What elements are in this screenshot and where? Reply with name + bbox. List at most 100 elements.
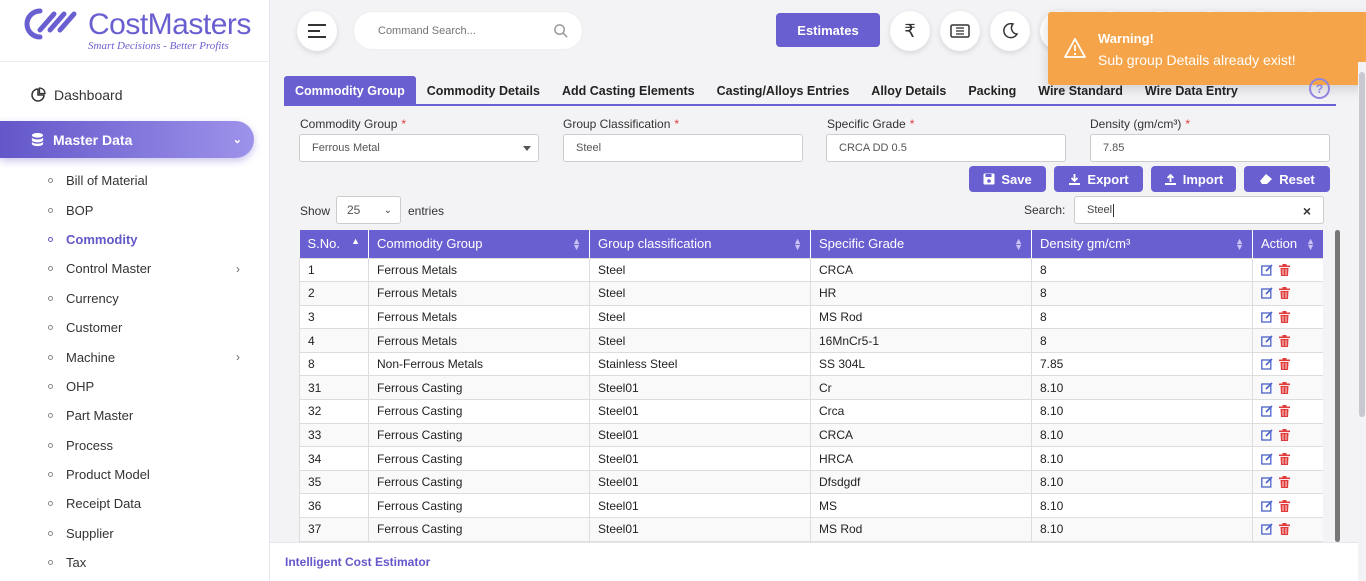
delete-icon[interactable] <box>1279 334 1290 347</box>
edit-icon[interactable] <box>1261 311 1273 323</box>
table-cell: 33 <box>299 422 369 448</box>
delete-icon[interactable] <box>1279 452 1290 465</box>
tab-alloy-details[interactable]: Alloy Details <box>860 76 957 105</box>
sidebar-subitem-machine[interactable]: Machine › <box>48 342 258 371</box>
tab-commodity-details[interactable]: Commodity Details <box>416 76 551 105</box>
delete-icon[interactable] <box>1279 310 1290 323</box>
edit-icon[interactable] <box>1261 523 1273 535</box>
bullet-icon <box>48 442 53 448</box>
bullet-icon <box>48 266 53 272</box>
table-scrollbar[interactable] <box>1335 230 1340 542</box>
sidebar-item-dashboard[interactable]: Dashboard <box>30 84 123 106</box>
delete-icon[interactable] <box>1279 381 1290 394</box>
page-scrollbar[interactable] <box>1358 62 1366 581</box>
group-classification-field[interactable]: Steel <box>563 134 803 162</box>
delete-icon[interactable] <box>1279 499 1290 512</box>
edit-icon[interactable] <box>1261 429 1273 441</box>
sidebar-subitem-bill-of-material[interactable]: Bill of Material <box>48 166 258 195</box>
sidebar-subitem-tax[interactable]: Tax <box>48 548 258 577</box>
table-row: 31 Ferrous Casting Steel01 Cr 8.10 <box>299 375 1323 401</box>
sidebar-item-master-data[interactable]: Master Data ⌄ <box>0 121 254 158</box>
edit-icon[interactable] <box>1261 264 1273 276</box>
tab-packing[interactable]: Packing <box>957 76 1027 105</box>
delete-icon[interactable] <box>1279 287 1290 300</box>
delete-icon[interactable] <box>1279 405 1290 418</box>
sidebar-subitem-commodity[interactable]: Commodity <box>48 225 258 254</box>
sidebar-subitem-customer[interactable]: Customer <box>48 313 258 342</box>
ticket-button[interactable] <box>940 11 980 51</box>
tab-wire-data-entry[interactable]: Wire Data Entry <box>1134 76 1249 105</box>
sidebar-subitem-bop[interactable]: BOP <box>48 195 258 224</box>
delete-icon[interactable] <box>1279 476 1290 489</box>
tab-commodity-group[interactable]: Commodity Group <box>284 76 416 105</box>
column-header[interactable]: S.No. ▲ <box>299 230 369 258</box>
delete-icon[interactable] <box>1279 523 1290 536</box>
currency-button[interactable]: ₹ <box>890 11 930 51</box>
bullet-icon <box>48 207 53 213</box>
estimates-button[interactable]: Estimates <box>776 13 880 47</box>
save-button[interactable]: Save <box>969 166 1046 192</box>
reset-button[interactable]: Reset <box>1244 166 1330 192</box>
sidebar-subitem-receipt-data[interactable]: Receipt Data <box>48 489 258 518</box>
column-header[interactable]: Density gm/cm³ ▲ ▼ <box>1031 230 1253 258</box>
delete-icon[interactable] <box>1279 358 1290 371</box>
sidebar-subitem-process[interactable]: Process <box>48 431 258 460</box>
sidebar-subitem-supplier[interactable]: Supplier <box>48 519 258 548</box>
tab-add-casting-elements[interactable]: Add Casting Elements <box>551 76 706 105</box>
tab-wire-standard[interactable]: Wire Standard <box>1027 76 1134 105</box>
sidebar-subitem-control-master[interactable]: Control Master › <box>48 254 258 283</box>
density-field[interactable]: 7.85 <box>1090 134 1330 162</box>
table-cell: Steel01 <box>589 517 811 542</box>
eraser-icon <box>1260 174 1273 184</box>
edit-icon[interactable] <box>1261 476 1273 488</box>
commodity-group-select[interactable]: Ferrous Metal <box>299 134 539 162</box>
theme-toggle-button[interactable] <box>990 11 1030 51</box>
help-icon[interactable]: ? <box>1309 78 1330 99</box>
sidebar-subitem-label: Tax <box>66 555 87 571</box>
specific-grade-field[interactable]: CRCA DD 0.5 <box>826 134 1066 162</box>
table-cell: Crca <box>810 399 1032 424</box>
menu-toggle-button[interactable] <box>297 11 337 51</box>
edit-icon[interactable] <box>1261 405 1273 418</box>
table-row: 35 Ferrous Casting Steel01 Dfsdgdf 8.10 <box>299 469 1323 495</box>
brand-logo[interactable]: CostMasters Smart Decisions - Better Pro… <box>20 6 251 56</box>
tab-casting-alloys-entries[interactable]: Casting/Alloys Entries <box>706 76 861 105</box>
column-header[interactable]: Specific Grade ▲ ▼ <box>810 230 1032 258</box>
sidebar-subitem-part-master[interactable]: Part Master <box>48 401 258 430</box>
sidebar-subitem-currency[interactable]: Currency <box>48 284 258 313</box>
export-button[interactable]: Export <box>1054 166 1143 192</box>
table-search-input[interactable]: Steel × <box>1074 196 1324 224</box>
bullet-icon <box>48 560 53 566</box>
column-header[interactable]: Commodity Group ▲ ▼ <box>368 230 590 258</box>
table-cell: Steel01 <box>589 399 811 424</box>
sidebar-subitem-product-model[interactable]: Product Model <box>48 460 258 489</box>
edit-icon[interactable] <box>1261 382 1273 394</box>
clear-search-icon[interactable]: × <box>1303 203 1311 219</box>
column-header[interactable]: Group classification ▲ ▼ <box>589 230 811 258</box>
tab-bar: Commodity Group Commodity Details Add Cast… <box>284 76 1249 105</box>
command-search-input[interactable] <box>378 24 528 37</box>
table-cell: CRCA <box>810 257 1032 283</box>
import-button[interactable]: Import <box>1151 166 1236 192</box>
entries-select[interactable]: 25 ⌄ <box>336 196 401 224</box>
table-row: 2 Ferrous Metals Steel HR 8 <box>299 281 1323 306</box>
sidebar-divider <box>0 61 269 62</box>
command-search[interactable] <box>353 11 583 50</box>
edit-icon[interactable] <box>1261 287 1273 300</box>
table-cell: 16MnCr5-1 <box>810 328 1032 353</box>
edit-icon[interactable] <box>1261 358 1273 370</box>
edit-icon[interactable] <box>1261 500 1273 512</box>
edit-icon[interactable] <box>1261 335 1273 347</box>
table-cell: 8 <box>1031 304 1253 330</box>
rupee-icon: ₹ <box>904 20 916 41</box>
sidebar-subitem-ohp[interactable]: OHP <box>48 372 258 401</box>
table-cell: HRCA <box>810 446 1032 471</box>
table-cell: 8 <box>1031 328 1253 353</box>
table-cell: 8.10 <box>1031 493 1253 519</box>
edit-icon[interactable] <box>1261 452 1273 465</box>
delete-icon[interactable] <box>1279 428 1290 441</box>
column-header[interactable]: Action ▲ ▼ <box>1252 230 1323 258</box>
delete-icon[interactable] <box>1279 263 1290 276</box>
warning-toast[interactable]: Warning! Sub group Details already exist… <box>1048 12 1366 85</box>
sidebar-subitem-label: Commodity <box>66 231 138 247</box>
